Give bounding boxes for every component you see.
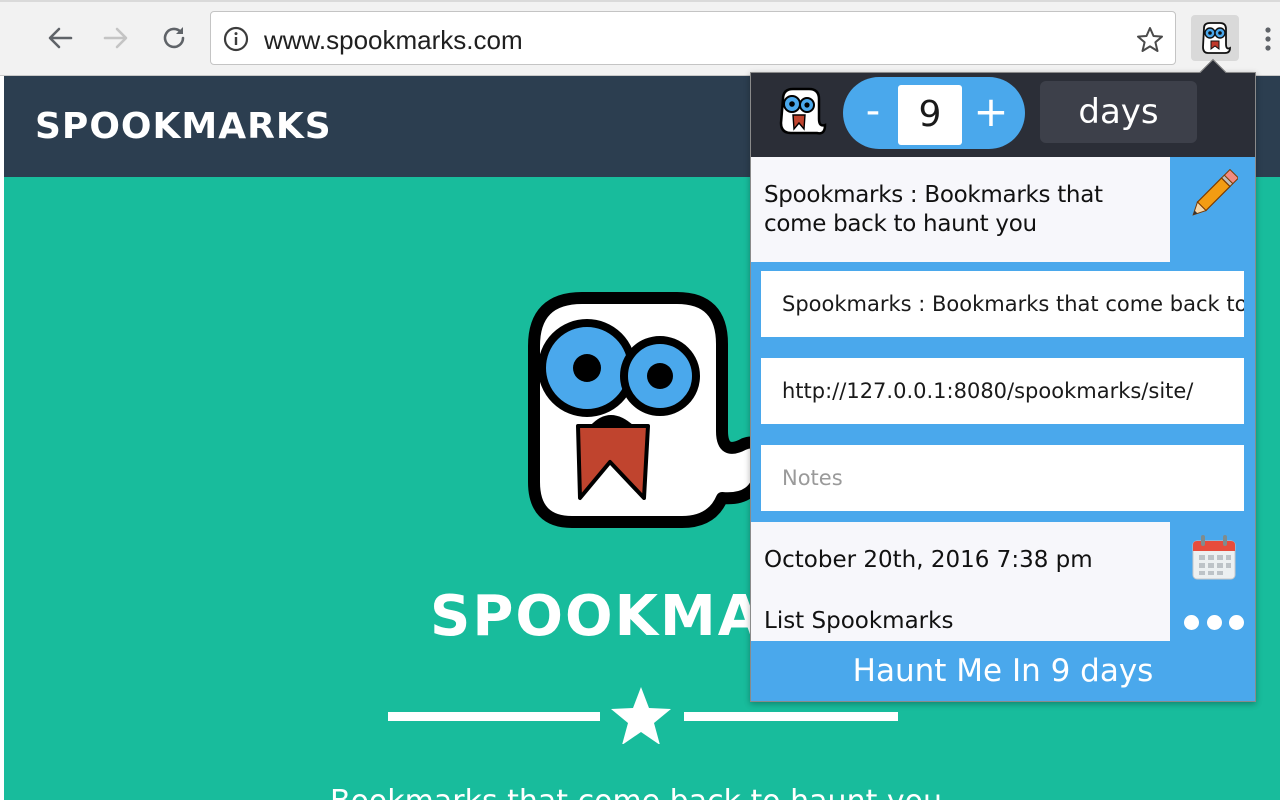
back-arrow-icon: [48, 27, 73, 49]
title-input[interactable]: Spookmarks : Bookmarks that come back to…: [761, 271, 1244, 337]
decrement-button[interactable]: -: [853, 87, 893, 139]
unit-select[interactable]: days: [1040, 81, 1197, 143]
more-options-icon[interactable]: [1184, 609, 1244, 635]
ghost-logo-icon: [779, 87, 827, 135]
reload-button[interactable]: [156, 20, 192, 56]
haunt-count-stepper[interactable]: - 9 +: [843, 77, 1025, 149]
count-input[interactable]: 9: [898, 85, 962, 145]
site-tagline: Bookmarks that come back to haunt you: [330, 784, 942, 800]
kebab-menu-icon[interactable]: [1256, 24, 1280, 54]
list-spookmarks-link[interactable]: List Spookmarks: [764, 608, 953, 634]
calendar-icon[interactable]: [1191, 533, 1237, 581]
haunt-date: October 20th, 2016 7:38 pm: [764, 547, 1093, 573]
spookmarks-extension-button[interactable]: [1191, 15, 1239, 61]
ghost-logo-icon: [528, 292, 762, 528]
back-button[interactable]: [42, 20, 78, 56]
dot: [1229, 614, 1244, 630]
dot: [1206, 614, 1222, 630]
notes-input[interactable]: Notes: [761, 445, 1244, 511]
tab-strip: [0, 0, 1280, 2]
popup-header: - 9 + days: [751, 73, 1255, 157]
star-icon[interactable]: [1135, 25, 1165, 55]
pencil-icon[interactable]: [1188, 169, 1238, 221]
spookmarks-popup: - 9 + days Spookmarks : Bookmarks that c…: [750, 58, 1256, 702]
spookmarks-ghost-icon: [1202, 22, 1231, 54]
browser-toolbar: www.spookmarks.com: [0, 0, 1280, 76]
site-brand[interactable]: SPOOKMARKS: [35, 106, 332, 147]
url-input[interactable]: http://127.0.0.1:8080/spookmarks/site/: [761, 358, 1244, 424]
dot: [1184, 614, 1199, 630]
increment-button[interactable]: +: [969, 87, 1013, 139]
page-title-display: Spookmarks : Bookmarks that come back to…: [751, 157, 1170, 262]
star-icon: [611, 687, 671, 744]
forward-button[interactable]: [98, 20, 134, 56]
forward-arrow-icon: [103, 27, 128, 49]
reload-icon: [163, 27, 185, 49]
url-text[interactable]: www.spookmarks.com: [264, 25, 523, 56]
haunt-me-button[interactable]: Haunt Me In 9 days: [751, 641, 1255, 701]
address-bar[interactable]: www.spookmarks.com: [210, 11, 1176, 65]
date-section: October 20th, 2016 7:38 pm List Spookmar…: [751, 522, 1170, 641]
info-icon[interactable]: [223, 26, 249, 52]
